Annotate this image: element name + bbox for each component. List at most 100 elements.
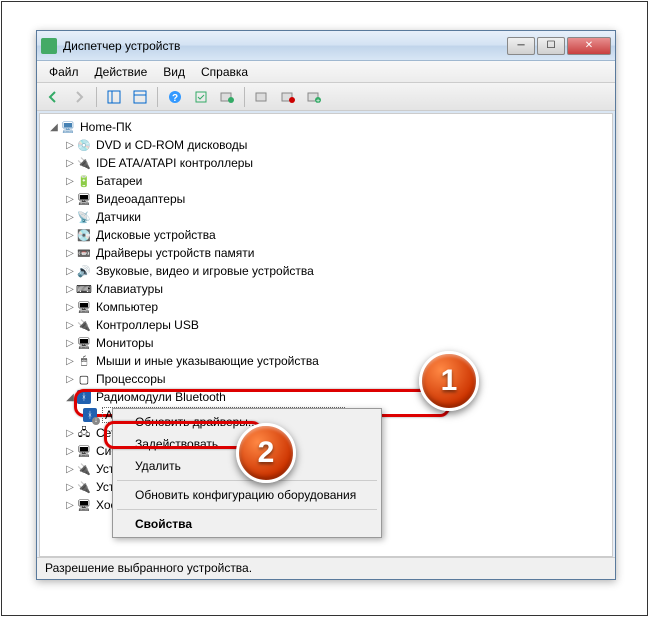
item-label: Датчики xyxy=(96,210,141,224)
tree-item[interactable]: ▷📡 Датчики xyxy=(44,208,608,226)
svg-text:+: + xyxy=(316,98,320,104)
expander-icon[interactable]: ▷ xyxy=(64,482,76,493)
tree-item[interactable]: ▷⌨Клавиатуры xyxy=(44,280,608,298)
item-label: IDE ATA/ATAPI контроллеры xyxy=(96,156,253,170)
memory-icon: 📼 xyxy=(76,245,92,261)
titlebar[interactable]: Диспетчер устройств ─ ☐ ✕ xyxy=(37,31,615,61)
item-label: Компьютер xyxy=(96,300,158,314)
expander-icon[interactable]: ▷ xyxy=(64,356,76,367)
action-button[interactable] xyxy=(189,85,213,109)
annotation-badge-1: 1 xyxy=(419,351,479,411)
item-label: Радиомодули Bluetooth xyxy=(96,390,226,404)
tree-item[interactable]: ▷🖥 Видеоадаптеры xyxy=(44,190,608,208)
expander-icon[interactable]: ▷ xyxy=(64,464,76,475)
expander-icon[interactable]: ◢ xyxy=(64,392,76,403)
properties-button[interactable] xyxy=(128,85,152,109)
expander-icon[interactable]: ◢ xyxy=(48,122,60,133)
forward-button[interactable] xyxy=(67,85,91,109)
tree-item[interactable]: ▷💽Дисковые устройства xyxy=(44,226,608,244)
expander-icon[interactable]: ▷ xyxy=(64,158,76,169)
item-label: Дисковые устройства xyxy=(96,228,216,242)
menu-action[interactable]: Действие xyxy=(87,63,156,81)
mouse-icon: 🖱 xyxy=(76,353,92,369)
expander-icon[interactable]: ▷ xyxy=(64,194,76,205)
status-text: Разрешение выбранного устройства. xyxy=(45,561,252,575)
device-icon: 🔌 xyxy=(76,461,92,477)
item-label: Батареи xyxy=(96,174,142,188)
item-label: Видеоадаптеры xyxy=(96,192,185,206)
tree-item[interactable]: ▷🖱 Мыши и иные указывающие устройства xyxy=(44,352,608,370)
menu-help[interactable]: Справка xyxy=(193,63,256,81)
tree-root[interactable]: ◢ 🖥 Home-ПК xyxy=(44,118,608,136)
battery-icon: 🔋 xyxy=(76,173,92,189)
uninstall-button[interactable] xyxy=(276,85,300,109)
maximize-button[interactable]: ☐ xyxy=(537,37,565,55)
expander-icon[interactable]: ▷ xyxy=(64,500,76,511)
expander-icon[interactable]: ▷ xyxy=(64,338,76,349)
ide-icon: 🔌 xyxy=(76,155,92,171)
device-tree[interactable]: ◢ 🖥 Home-ПК ▷💿DVD и CD-ROM дисководы ▷🔌I… xyxy=(39,113,613,557)
tree-item[interactable]: ▷📼 Драйверы устройств памяти xyxy=(44,244,608,262)
tree-item[interactable]: ▷🔊 Звуковые, видео и игровые устройства xyxy=(44,262,608,280)
expander-icon[interactable]: ▷ xyxy=(64,284,76,295)
expander-icon[interactable]: ▷ xyxy=(64,266,76,277)
menu-file[interactable]: Файл xyxy=(41,63,87,81)
computer-icon: 🖥 xyxy=(76,299,92,315)
expander-icon[interactable]: ▷ xyxy=(64,212,76,223)
item-label: Клавиатуры xyxy=(96,282,163,296)
menu-view[interactable]: Вид xyxy=(155,63,193,81)
expander-icon[interactable]: ▷ xyxy=(64,230,76,241)
item-label: Мониторы xyxy=(96,336,153,350)
bluetooth-icon: ᚼ xyxy=(76,389,92,405)
expander-icon[interactable]: ▷ xyxy=(64,176,76,187)
statusbar: Разрешение выбранного устройства. xyxy=(37,557,615,579)
update-driver-button[interactable] xyxy=(250,85,274,109)
separator xyxy=(117,509,377,510)
item-label: DVD и CD-ROM дисководы xyxy=(96,138,247,152)
video-icon: 🖥 xyxy=(76,191,92,207)
tree-item[interactable]: ▷💿 DVD и CD-ROM дисководы xyxy=(44,136,608,154)
tree-item[interactable]: ▷🔌 IDE ATA/ATAPI контроллеры xyxy=(44,154,608,172)
item-label: Мыши и иные указывающие устройства xyxy=(96,354,319,368)
close-button[interactable]: ✕ xyxy=(567,37,611,55)
expander-icon[interactable]: ▷ xyxy=(64,446,76,457)
cpu-icon: ▢ xyxy=(76,371,92,387)
scan-button[interactable] xyxy=(215,85,239,109)
sound-icon: 🔊 xyxy=(76,263,92,279)
item-label: Звуковые, видео и игровые устройства xyxy=(96,264,314,278)
app-icon xyxy=(41,38,57,54)
menubar: Файл Действие Вид Справка xyxy=(37,61,615,83)
monitor-icon: 🖥 xyxy=(76,335,92,351)
tree-item-bluetooth[interactable]: ◢ᚼ Радиомодули Bluetooth xyxy=(44,388,608,406)
window-title: Диспетчер устройств xyxy=(63,39,505,53)
show-hide-tree-button[interactable] xyxy=(102,85,126,109)
enable-button[interactable]: + xyxy=(302,85,326,109)
tree-item[interactable]: ▷🔋 Батареи xyxy=(44,172,608,190)
expander-icon[interactable]: ▷ xyxy=(64,374,76,385)
expander-icon[interactable]: ▷ xyxy=(64,320,76,331)
separator xyxy=(117,480,377,481)
annotation-badge-2: 2 xyxy=(236,423,296,483)
tree-item[interactable]: ▷▢Процессоры xyxy=(44,370,608,388)
host-icon: 🖥 xyxy=(76,497,92,513)
minimize-button[interactable]: ─ xyxy=(507,37,535,55)
root-label: Home-ПК xyxy=(80,120,132,134)
tree-item[interactable]: ▷🖥 Компьютер xyxy=(44,298,608,316)
expander-icon[interactable]: ▷ xyxy=(64,302,76,313)
tree-item[interactable]: ▷🖥 Мониторы xyxy=(44,334,608,352)
item-label: Драйверы устройств памяти xyxy=(96,246,254,260)
ctx-properties[interactable]: Свойства xyxy=(115,513,379,535)
tree-item[interactable]: ▷🔌 Контроллеры USB xyxy=(44,316,608,334)
sensor-icon: 📡 xyxy=(76,209,92,225)
toolbar: ? + xyxy=(37,83,615,111)
back-button[interactable] xyxy=(41,85,65,109)
expander-icon[interactable]: ▷ xyxy=(64,140,76,151)
expander-icon[interactable]: ▷ xyxy=(64,248,76,259)
help-button[interactable]: ? xyxy=(163,85,187,109)
disc-icon: 💿 xyxy=(76,137,92,153)
usb-icon: 🔌 xyxy=(76,317,92,333)
expander-icon[interactable]: ▷ xyxy=(64,428,76,439)
bluetooth-disabled-icon: ᚼ xyxy=(82,407,98,423)
ctx-refresh-config[interactable]: Обновить конфигурацию оборудования xyxy=(115,484,379,506)
item-label: Контроллеры USB xyxy=(96,318,199,332)
